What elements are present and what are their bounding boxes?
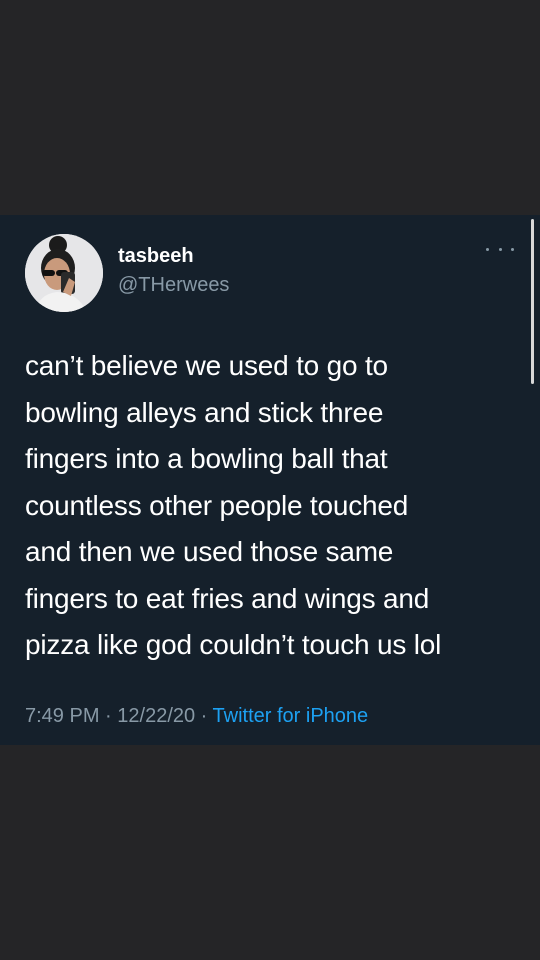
more-dot bbox=[511, 247, 514, 251]
meta-separator: · bbox=[99, 705, 118, 727]
avatar[interactable] bbox=[25, 234, 103, 312]
tweet-text: can’t believe we used to go to bowling a… bbox=[25, 350, 442, 660]
user-handle[interactable]: @THerwees bbox=[118, 273, 229, 297]
scrollbar-thumb[interactable] bbox=[531, 219, 534, 384]
more-horizontal-icon[interactable] bbox=[486, 243, 514, 255]
tweet-metadata: 7:49 PM · 12/22/20 · Twitter for iPhone bbox=[25, 703, 368, 729]
display-name[interactable]: tasbeeh bbox=[118, 244, 194, 268]
tweet-date: 12/22/20 bbox=[117, 705, 196, 727]
tweet-time: 7:49 PM bbox=[25, 705, 100, 727]
profile-photo-icon bbox=[25, 234, 103, 312]
meta-separator: · bbox=[195, 705, 213, 727]
more-dot bbox=[498, 247, 502, 251]
screenshot-frame: tasbeeh @THerwees can’t believe we used … bbox=[0, 0, 540, 960]
more-dot bbox=[486, 247, 489, 251]
tweet-card: tasbeeh @THerwees can’t believe we used … bbox=[0, 215, 540, 745]
tweet-source-link[interactable]: Twitter for iPhone bbox=[213, 705, 369, 727]
scrollbar[interactable] bbox=[530, 215, 536, 390]
